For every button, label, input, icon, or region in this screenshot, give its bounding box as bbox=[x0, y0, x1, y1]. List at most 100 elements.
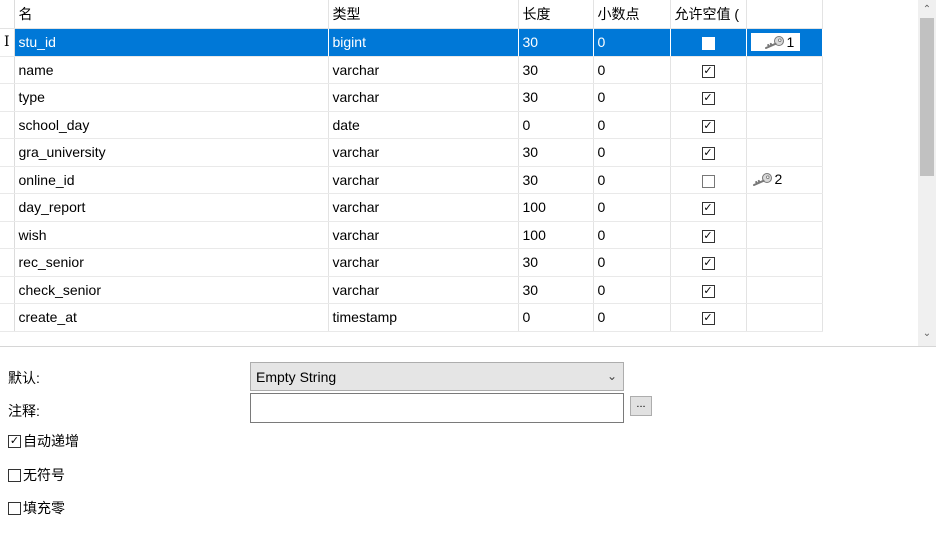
cell-nullable[interactable]: ✓ bbox=[670, 193, 747, 222]
nullable-checkbox[interactable]: ✓ bbox=[701, 64, 715, 78]
cell-nullable[interactable]: ✓ bbox=[670, 248, 747, 277]
cell-name[interactable]: create_at bbox=[14, 303, 329, 332]
default-select[interactable]: Empty String ⌄ bbox=[250, 362, 624, 391]
nullable-checkbox[interactable]: ✓ bbox=[701, 284, 715, 298]
table-row[interactable]: create_at timestamp 0 0 ✓ bbox=[0, 303, 823, 332]
cell-key[interactable] bbox=[746, 276, 823, 304]
cell-length[interactable]: 30 bbox=[518, 83, 594, 112]
cell-decimals[interactable]: 0 bbox=[593, 248, 671, 277]
cell-length[interactable]: 30 bbox=[518, 56, 594, 84]
cell-type[interactable]: varchar bbox=[328, 83, 519, 112]
unsigned-checkbox[interactable]: 无符号 bbox=[8, 465, 65, 485]
table-row[interactable]: Istu_id bigint 30 0 1 bbox=[0, 28, 823, 57]
cell-nullable[interactable]: ✓ bbox=[670, 138, 747, 167]
column-header-type[interactable]: 类型 bbox=[328, 0, 519, 29]
cell-length[interactable]: 30 bbox=[518, 28, 594, 57]
cell-decimals[interactable]: 0 bbox=[593, 303, 671, 332]
nullable-checkbox[interactable]: ✓ bbox=[701, 92, 715, 106]
table-row[interactable]: rec_senior varchar 30 0 ✓ bbox=[0, 248, 823, 277]
cell-key[interactable] bbox=[746, 56, 823, 84]
cell-name[interactable]: rec_senior bbox=[14, 248, 329, 277]
cell-decimals[interactable]: 0 bbox=[593, 83, 671, 112]
cell-type[interactable]: varchar bbox=[328, 138, 519, 167]
cell-nullable[interactable]: ✓ bbox=[670, 56, 747, 84]
table-row[interactable]: wish varchar 100 0 ✓ bbox=[0, 221, 823, 249]
table-row[interactable]: type varchar 30 0 ✓ bbox=[0, 83, 823, 112]
cell-type[interactable]: varchar bbox=[328, 166, 519, 194]
cell-decimals[interactable]: 0 bbox=[593, 193, 671, 222]
cell-length[interactable]: 100 bbox=[518, 221, 594, 249]
table-row[interactable]: gra_university varchar 30 0 ✓ bbox=[0, 138, 823, 167]
nullable-checkbox[interactable] bbox=[701, 37, 715, 51]
cell-decimals[interactable]: 0 bbox=[593, 56, 671, 84]
cell-name[interactable]: type bbox=[14, 83, 329, 112]
cell-key[interactable] bbox=[746, 111, 823, 139]
cell-nullable[interactable]: ✓ bbox=[670, 83, 747, 112]
nullable-checkbox[interactable]: ✓ bbox=[701, 229, 715, 243]
cell-decimals[interactable]: 0 bbox=[593, 111, 671, 139]
cell-type[interactable]: date bbox=[328, 111, 519, 139]
comment-input[interactable] bbox=[250, 393, 624, 423]
table-row[interactable]: name varchar 30 0 ✓ bbox=[0, 56, 823, 84]
column-header-decimals[interactable]: 小数点 bbox=[593, 0, 671, 29]
zerofill-checkbox[interactable]: 填充零 bbox=[8, 498, 65, 518]
cell-decimals[interactable]: 0 bbox=[593, 28, 671, 57]
table-row[interactable]: check_senior varchar 30 0 ✓ bbox=[0, 276, 823, 304]
cell-type[interactable]: varchar bbox=[328, 276, 519, 304]
cell-key[interactable] bbox=[746, 248, 823, 277]
auto-increment-checkbox[interactable]: ✓ 自动递增 bbox=[8, 431, 79, 451]
cell-type[interactable]: timestamp bbox=[328, 303, 519, 332]
cell-type[interactable]: varchar bbox=[328, 221, 519, 249]
column-header-nullable[interactable]: 允许空值 ( bbox=[670, 0, 747, 29]
nullable-checkbox[interactable]: ✓ bbox=[701, 202, 715, 216]
column-header-length[interactable]: 长度 bbox=[518, 0, 594, 29]
vertical-scrollbar[interactable]: ⌃ ⌄ bbox=[918, 0, 936, 346]
cell-length[interactable]: 30 bbox=[518, 138, 594, 167]
cell-length[interactable]: 0 bbox=[518, 111, 594, 139]
column-header-key[interactable] bbox=[746, 0, 823, 29]
cell-length[interactable]: 0 bbox=[518, 303, 594, 332]
cell-name[interactable]: name bbox=[14, 56, 329, 84]
nullable-checkbox[interactable]: ✓ bbox=[701, 147, 715, 161]
cell-name[interactable]: stu_id bbox=[14, 28, 329, 57]
cell-type[interactable]: varchar bbox=[328, 193, 519, 222]
cell-nullable[interactable]: ✓ bbox=[670, 221, 747, 249]
cell-nullable[interactable] bbox=[670, 28, 747, 57]
cell-decimals[interactable]: 0 bbox=[593, 166, 671, 194]
table-row[interactable]: online_id varchar 30 0 2 bbox=[0, 166, 823, 194]
cell-key[interactable] bbox=[746, 221, 823, 249]
cell-nullable[interactable] bbox=[670, 166, 747, 194]
scroll-thumb[interactable] bbox=[920, 18, 934, 176]
cell-decimals[interactable]: 0 bbox=[593, 138, 671, 167]
cell-nullable[interactable]: ✓ bbox=[670, 111, 747, 139]
cell-name[interactable]: check_senior bbox=[14, 276, 329, 304]
nullable-checkbox[interactable]: ✓ bbox=[701, 257, 715, 271]
cell-key[interactable] bbox=[746, 83, 823, 112]
cell-length[interactable]: 30 bbox=[518, 248, 594, 277]
column-header-name[interactable]: 名 bbox=[14, 0, 329, 29]
cell-length[interactable]: 30 bbox=[518, 166, 594, 194]
cell-name[interactable]: wish bbox=[14, 221, 329, 249]
cell-decimals[interactable]: 0 bbox=[593, 276, 671, 304]
cell-nullable[interactable]: ✓ bbox=[670, 303, 747, 332]
cell-name[interactable]: day_report bbox=[14, 193, 329, 222]
cell-type[interactable]: bigint bbox=[328, 28, 519, 57]
cell-length[interactable]: 100 bbox=[518, 193, 594, 222]
cell-key[interactable] bbox=[746, 138, 823, 167]
cell-name[interactable]: school_day bbox=[14, 111, 329, 139]
table-row[interactable]: school_day date 0 0 ✓ bbox=[0, 111, 823, 139]
zerofill-box[interactable] bbox=[8, 501, 21, 515]
nullable-checkbox[interactable]: ✓ bbox=[701, 312, 715, 326]
cell-length[interactable]: 30 bbox=[518, 276, 594, 304]
cell-name[interactable]: online_id bbox=[14, 166, 329, 194]
nullable-checkbox[interactable]: ✓ bbox=[701, 119, 715, 133]
cell-nullable[interactable]: ✓ bbox=[670, 276, 747, 304]
nullable-checkbox[interactable] bbox=[701, 174, 715, 188]
cell-type[interactable]: varchar bbox=[328, 248, 519, 277]
auto-increment-box[interactable]: ✓ bbox=[8, 434, 21, 448]
scroll-up-icon[interactable]: ⌃ bbox=[918, 2, 936, 18]
cell-key[interactable] bbox=[746, 193, 823, 222]
cell-key[interactable]: 1 bbox=[746, 28, 823, 57]
table-row[interactable]: day_report varchar 100 0 ✓ bbox=[0, 193, 823, 222]
unsigned-box[interactable] bbox=[8, 468, 21, 482]
